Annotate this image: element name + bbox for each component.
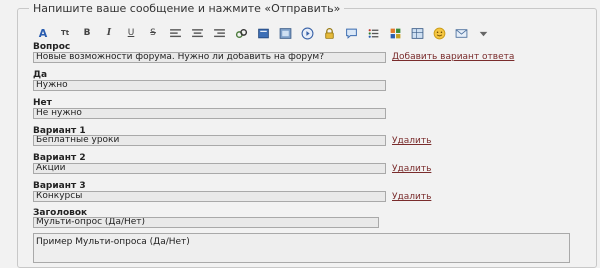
table-icon[interactable]: [410, 26, 424, 40]
media-icon[interactable]: [300, 26, 314, 40]
option-1-delete-link[interactable]: Удалить: [392, 136, 431, 146]
bold-icon[interactable]: B: [80, 26, 94, 40]
add-option-link[interactable]: Добавить вариант ответа: [392, 52, 514, 62]
fieldset-legend: Напишите ваше сообщение и нажмите «Отпра…: [29, 2, 345, 15]
option-3-label: Вариант 3: [33, 181, 86, 191]
align-right-icon[interactable]: [212, 26, 226, 40]
option-2-input[interactable]: Акции: [33, 163, 386, 174]
message-textarea[interactable]: Пример Мульти-опроса (Да/Нет): [33, 233, 570, 263]
smiley-icon[interactable]: [432, 26, 446, 40]
option-2-delete-link[interactable]: Удалить: [392, 164, 431, 174]
align-left-icon[interactable]: [168, 26, 182, 40]
option-1-input[interactable]: Беплатные уроки: [33, 135, 386, 146]
image-icon[interactable]: [278, 26, 292, 40]
comment-icon[interactable]: [344, 26, 358, 40]
option-2-label: Вариант 2: [33, 153, 86, 163]
question-label: Вопрос: [33, 42, 71, 52]
underline-icon[interactable]: U: [124, 26, 138, 40]
yes-input[interactable]: Нужно: [33, 80, 386, 91]
mail-icon[interactable]: [454, 26, 468, 40]
question-input[interactable]: Новые возможности форума. Нужно ли добав…: [33, 52, 386, 63]
no-label: Нет: [33, 98, 52, 108]
no-input[interactable]: Не нужно: [33, 108, 386, 119]
editor-toolbar: A Tt B I U S: [36, 25, 490, 41]
strikethrough-icon[interactable]: S: [146, 26, 160, 40]
book-icon[interactable]: [256, 26, 270, 40]
poll-title-input[interactable]: Мульти-опрос (Да/Нет): [33, 217, 379, 228]
grid-icon[interactable]: [388, 26, 402, 40]
align-center-icon[interactable]: [190, 26, 204, 40]
font-size-icon[interactable]: Tt: [58, 26, 72, 40]
yes-label: Да: [33, 70, 48, 80]
dropdown-arrow-icon[interactable]: [476, 26, 490, 40]
font-color-icon[interactable]: A: [36, 26, 50, 40]
link-icon[interactable]: [234, 26, 248, 40]
lock-icon[interactable]: [322, 26, 336, 40]
italic-icon[interactable]: I: [102, 26, 116, 40]
option-3-input[interactable]: Конкурсы: [33, 191, 386, 202]
option-3-delete-link[interactable]: Удалить: [392, 192, 431, 202]
list-icon[interactable]: [366, 26, 380, 40]
